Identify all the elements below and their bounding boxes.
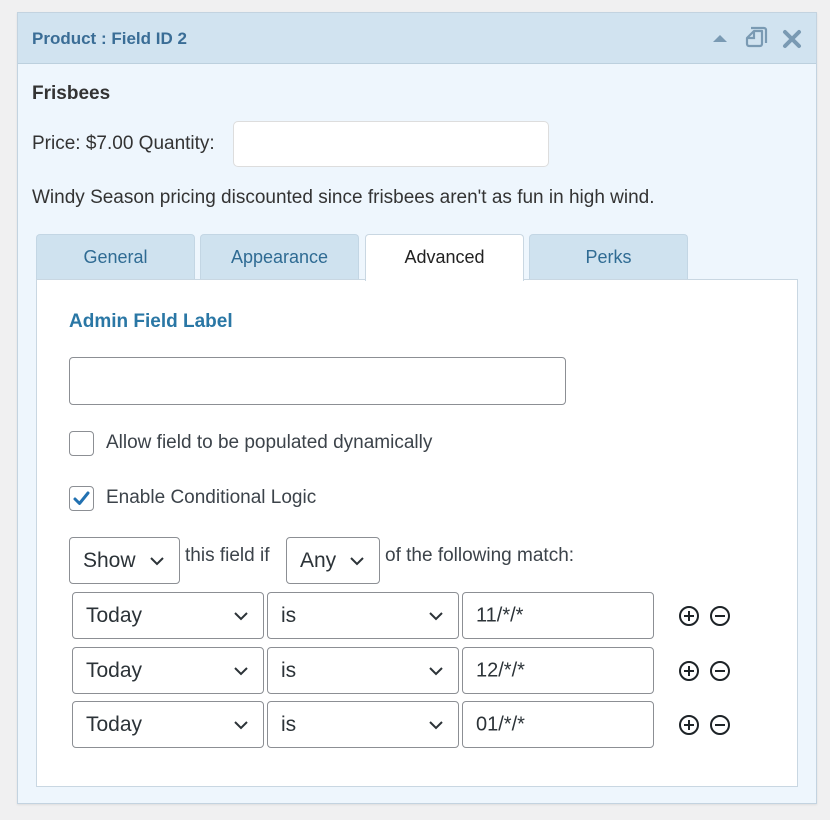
rule-value-text: 12/*/*: [476, 659, 525, 681]
rule-field-value: Today: [86, 658, 143, 682]
tab-perks[interactable]: Perks: [529, 234, 688, 280]
rule-operator-value: is: [281, 603, 297, 627]
close-icon[interactable]: [781, 28, 803, 50]
quantity-input[interactable]: [233, 121, 549, 167]
rule-field-select[interactable]: Today: [72, 647, 264, 694]
collapse-up-icon[interactable]: [711, 32, 729, 44]
chevron-down-icon: [429, 611, 443, 620]
rule-field-value: Today: [86, 712, 143, 736]
rule-operator-select[interactable]: is: [267, 647, 459, 694]
conditional-logic-label[interactable]: Enable Conditional Logic: [106, 487, 316, 509]
remove-rule-icon[interactable]: [709, 605, 731, 627]
admin-field-label-heading: Admin Field Label: [69, 311, 233, 332]
add-rule-icon[interactable]: [678, 605, 700, 627]
field-settings-panel: Product : Field ID 2 Frisbees Price: $7.…: [17, 12, 817, 804]
rule-field-select[interactable]: Today: [72, 592, 264, 639]
add-rule-icon[interactable]: [678, 714, 700, 736]
remove-rule-icon[interactable]: [709, 714, 731, 736]
rule-value-input[interactable]: 01/*/*: [462, 701, 654, 748]
chevron-down-icon: [429, 666, 443, 675]
chevron-down-icon: [150, 556, 164, 565]
tab-general[interactable]: General: [36, 234, 195, 280]
rule-field-value: Today: [86, 603, 143, 627]
logic-text-this-field-if: this field if: [185, 545, 270, 566]
populate-dynamically-checkbox[interactable]: [69, 431, 94, 456]
rule-operator-select[interactable]: is: [267, 701, 459, 748]
action-select[interactable]: Show: [69, 537, 180, 584]
chevron-down-icon: [234, 720, 248, 729]
advanced-tab-content: Admin Field Label Allow field to be popu…: [36, 279, 798, 787]
remove-rule-icon[interactable]: [709, 660, 731, 682]
rule-field-select[interactable]: Today: [72, 701, 264, 748]
chevron-down-icon: [234, 611, 248, 620]
checkmark-icon: [73, 491, 90, 505]
panel-title: Product : Field ID 2: [32, 29, 187, 48]
rule-value-text: 01/*/*: [476, 713, 525, 735]
match-select[interactable]: Any: [286, 537, 380, 584]
rule-operator-value: is: [281, 658, 297, 682]
rule-operator-select[interactable]: is: [267, 592, 459, 639]
field-description: Windy Season pricing discounted since fr…: [32, 187, 655, 208]
price-quantity-label: Price: $7.00 Quantity:: [32, 133, 215, 154]
rule-value-input[interactable]: 11/*/*: [462, 592, 654, 639]
rule-value-input[interactable]: 12/*/*: [462, 647, 654, 694]
chevron-down-icon: [429, 720, 443, 729]
add-rule-icon[interactable]: [678, 660, 700, 682]
logic-text-following-match: of the following match:: [385, 545, 575, 566]
rule-value-text: 11/*/*: [476, 604, 524, 626]
chevron-down-icon: [350, 556, 364, 565]
tab-advanced[interactable]: Advanced: [365, 234, 524, 281]
panel-header: Product : Field ID 2: [18, 13, 816, 64]
populate-dynamically-label[interactable]: Allow field to be populated dynamically: [106, 432, 432, 454]
duplicate-icon[interactable]: [742, 25, 770, 53]
chevron-down-icon: [234, 666, 248, 675]
action-select-value: Show: [83, 548, 136, 572]
product-name: Frisbees: [32, 83, 111, 104]
admin-field-label-input[interactable]: [69, 357, 566, 405]
match-select-value: Any: [300, 548, 337, 572]
rule-operator-value: is: [281, 712, 297, 736]
conditional-logic-checkbox[interactable]: [69, 486, 94, 511]
tab-appearance[interactable]: Appearance: [200, 234, 359, 280]
